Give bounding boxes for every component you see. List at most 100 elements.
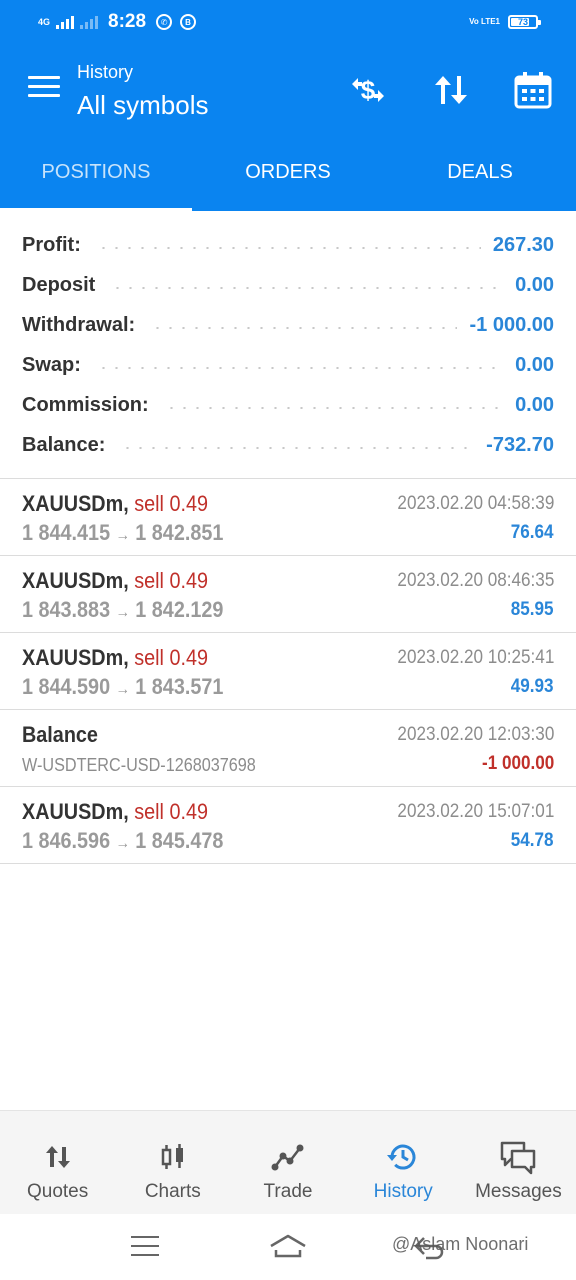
- open-price: 1 844.590: [22, 674, 111, 699]
- dotted-leader: [96, 367, 504, 369]
- summary-row-balance: Balance: -732.70: [0, 425, 576, 465]
- deal-profit: 54.78: [511, 830, 554, 851]
- open-price: 1 846.596: [22, 828, 111, 853]
- summary-panel: Profit: 267.30 Deposit 0.00 Withdrawal: …: [0, 225, 576, 465]
- tab-orders[interactable]: ORDERS: [192, 134, 384, 211]
- close-price: 1 845.478: [135, 828, 224, 853]
- svg-text:$: $: [361, 75, 376, 105]
- signal-secondary-icon: [80, 15, 99, 29]
- volte-indicator: Vo LTE1: [469, 17, 500, 26]
- deal-profit: 85.95: [511, 599, 554, 620]
- charts-icon: [158, 1139, 188, 1175]
- deal-prices: 1 844.590 → 1 843.571: [22, 674, 223, 700]
- deal-symbol: XAUUSDm, sell 0.49: [22, 799, 208, 825]
- summary-value: 0.00: [515, 353, 554, 376]
- deal-profit: 49.93: [511, 676, 554, 697]
- history-icon: [386, 1139, 420, 1175]
- nav-quotes[interactable]: Quotes: [0, 1111, 115, 1214]
- arrow-right-icon: →: [115, 835, 130, 852]
- deal-time: 2023.02.20 12:03:30: [397, 724, 554, 745]
- nav-messages[interactable]: Messages: [461, 1111, 576, 1214]
- sort-icon[interactable]: [429, 68, 473, 112]
- deal-time: 2023.02.20 04:58:39: [397, 493, 554, 514]
- deal-row[interactable]: XAUUSDm, sell 0.49 2023.02.20 08:46:35 1…: [0, 556, 576, 633]
- deal-symbol: XAUUSDm, sell 0.49: [22, 491, 208, 517]
- signal-icon: [56, 15, 75, 29]
- summary-row-swap: Swap: 0.00: [0, 345, 576, 385]
- deal-symbol: XAUUSDm, sell 0.49: [22, 568, 208, 594]
- history-tabs: POSITIONS ORDERS DEALS: [0, 134, 576, 211]
- summary-value: 267.30: [492, 233, 554, 256]
- deal-type: sell 0.49: [134, 645, 208, 670]
- deal-time: 2023.02.20 15:07:01: [397, 801, 554, 822]
- dotted-leader: [111, 287, 504, 289]
- arrow-right-icon: →: [115, 604, 130, 621]
- summary-row-profit: Profit: 267.30: [0, 225, 576, 265]
- deal-profit: 76.64: [511, 522, 554, 543]
- status-bar: 4G 8:28 ✆ B Vo LTE1 73: [0, 0, 576, 44]
- summary-label: Swap:: [22, 353, 81, 376]
- summary-value: -1 000.00: [469, 313, 554, 336]
- bottom-navigation: Quotes Charts Trade History Messages: [0, 1110, 576, 1214]
- nav-label: Charts: [144, 1181, 201, 1202]
- deal-profit: -1 000.00: [481, 753, 554, 774]
- symbol-name: XAUUSDm,: [22, 799, 129, 824]
- dotted-leader: [96, 247, 481, 249]
- arrow-right-icon: →: [115, 681, 130, 698]
- notification-b-icon: B: [180, 14, 197, 30]
- nav-label: Messages: [475, 1181, 562, 1202]
- trade-icon: [271, 1139, 305, 1175]
- dotted-leader: [164, 407, 504, 409]
- deal-symbol: Balance: [22, 722, 98, 747]
- whatsapp-icon: ✆: [156, 14, 173, 30]
- deal-prices: 1 846.596 → 1 845.478: [22, 828, 223, 854]
- network-indicator: 4G: [38, 16, 51, 27]
- deal-row[interactable]: XAUUSDm, sell 0.49 2023.02.20 10:25:41 1…: [0, 633, 576, 710]
- home-icon[interactable]: [268, 1232, 308, 1267]
- open-price: 1 844.415: [22, 520, 111, 545]
- calendar-icon[interactable]: [511, 68, 555, 112]
- open-price: 1 843.883: [22, 597, 111, 622]
- symbol-name: XAUUSDm,: [22, 568, 129, 593]
- nav-label: Trade: [263, 1181, 313, 1202]
- summary-label: Withdrawal:: [22, 313, 136, 336]
- summary-label: Deposit: [22, 273, 96, 296]
- summary-value: 0.00: [515, 393, 554, 416]
- deal-row[interactable]: XAUUSDm, sell 0.49 2023.02.20 04:58:39 1…: [0, 479, 576, 556]
- tab-positions[interactable]: POSITIONS: [0, 134, 192, 211]
- symbol-name: XAUUSDm,: [22, 491, 129, 516]
- summary-row-commission: Commission: 0.00: [0, 385, 576, 425]
- battery-level: 73: [517, 17, 528, 27]
- balance-row[interactable]: Balance 2023.02.20 12:03:30 W-USDTERC-US…: [0, 710, 576, 787]
- symbol-name: XAUUSDm,: [22, 645, 129, 670]
- close-price: 1 842.851: [135, 520, 224, 545]
- clock: 8:28: [108, 11, 147, 32]
- nav-history[interactable]: History: [346, 1111, 461, 1214]
- summary-label: Profit:: [22, 233, 81, 256]
- app-root: 4G 8:28 ✆ B Vo LTE1 73 History All symbo…: [0, 0, 576, 1280]
- network-type: 4G: [38, 16, 51, 27]
- menu-icon[interactable]: [28, 76, 60, 100]
- deal-type: sell 0.49: [134, 799, 208, 824]
- currency-exchange-icon[interactable]: $: [346, 68, 390, 112]
- deal-comment: W-USDTERC-USD-1268037698: [22, 755, 256, 775]
- close-price: 1 843.571: [135, 674, 224, 699]
- messages-icon: [499, 1139, 537, 1175]
- deal-symbol: XAUUSDm, sell 0.49: [22, 645, 208, 671]
- deal-row[interactable]: XAUUSDm, sell 0.49 2023.02.20 15:07:01 1…: [0, 787, 576, 864]
- header-subtitle: History: [77, 62, 134, 82]
- deal-type: sell 0.49: [134, 568, 208, 593]
- nav-charts[interactable]: Charts: [115, 1111, 230, 1214]
- summary-value: -732.70: [486, 433, 554, 456]
- quotes-icon: [43, 1139, 73, 1175]
- summary-label: Balance:: [22, 433, 106, 456]
- arrow-right-icon: →: [115, 527, 130, 544]
- symbol-filter-title[interactable]: All symbols: [77, 90, 208, 121]
- recent-apps-icon[interactable]: [131, 1236, 159, 1263]
- tab-deals[interactable]: DEALS: [384, 134, 576, 211]
- summary-label: Commission:: [22, 393, 149, 416]
- deal-prices: 1 843.883 → 1 842.129: [22, 597, 223, 623]
- nav-trade[interactable]: Trade: [230, 1111, 345, 1214]
- watermark: @Aslam Noonari: [392, 1234, 529, 1254]
- battery-icon: 73: [508, 15, 541, 29]
